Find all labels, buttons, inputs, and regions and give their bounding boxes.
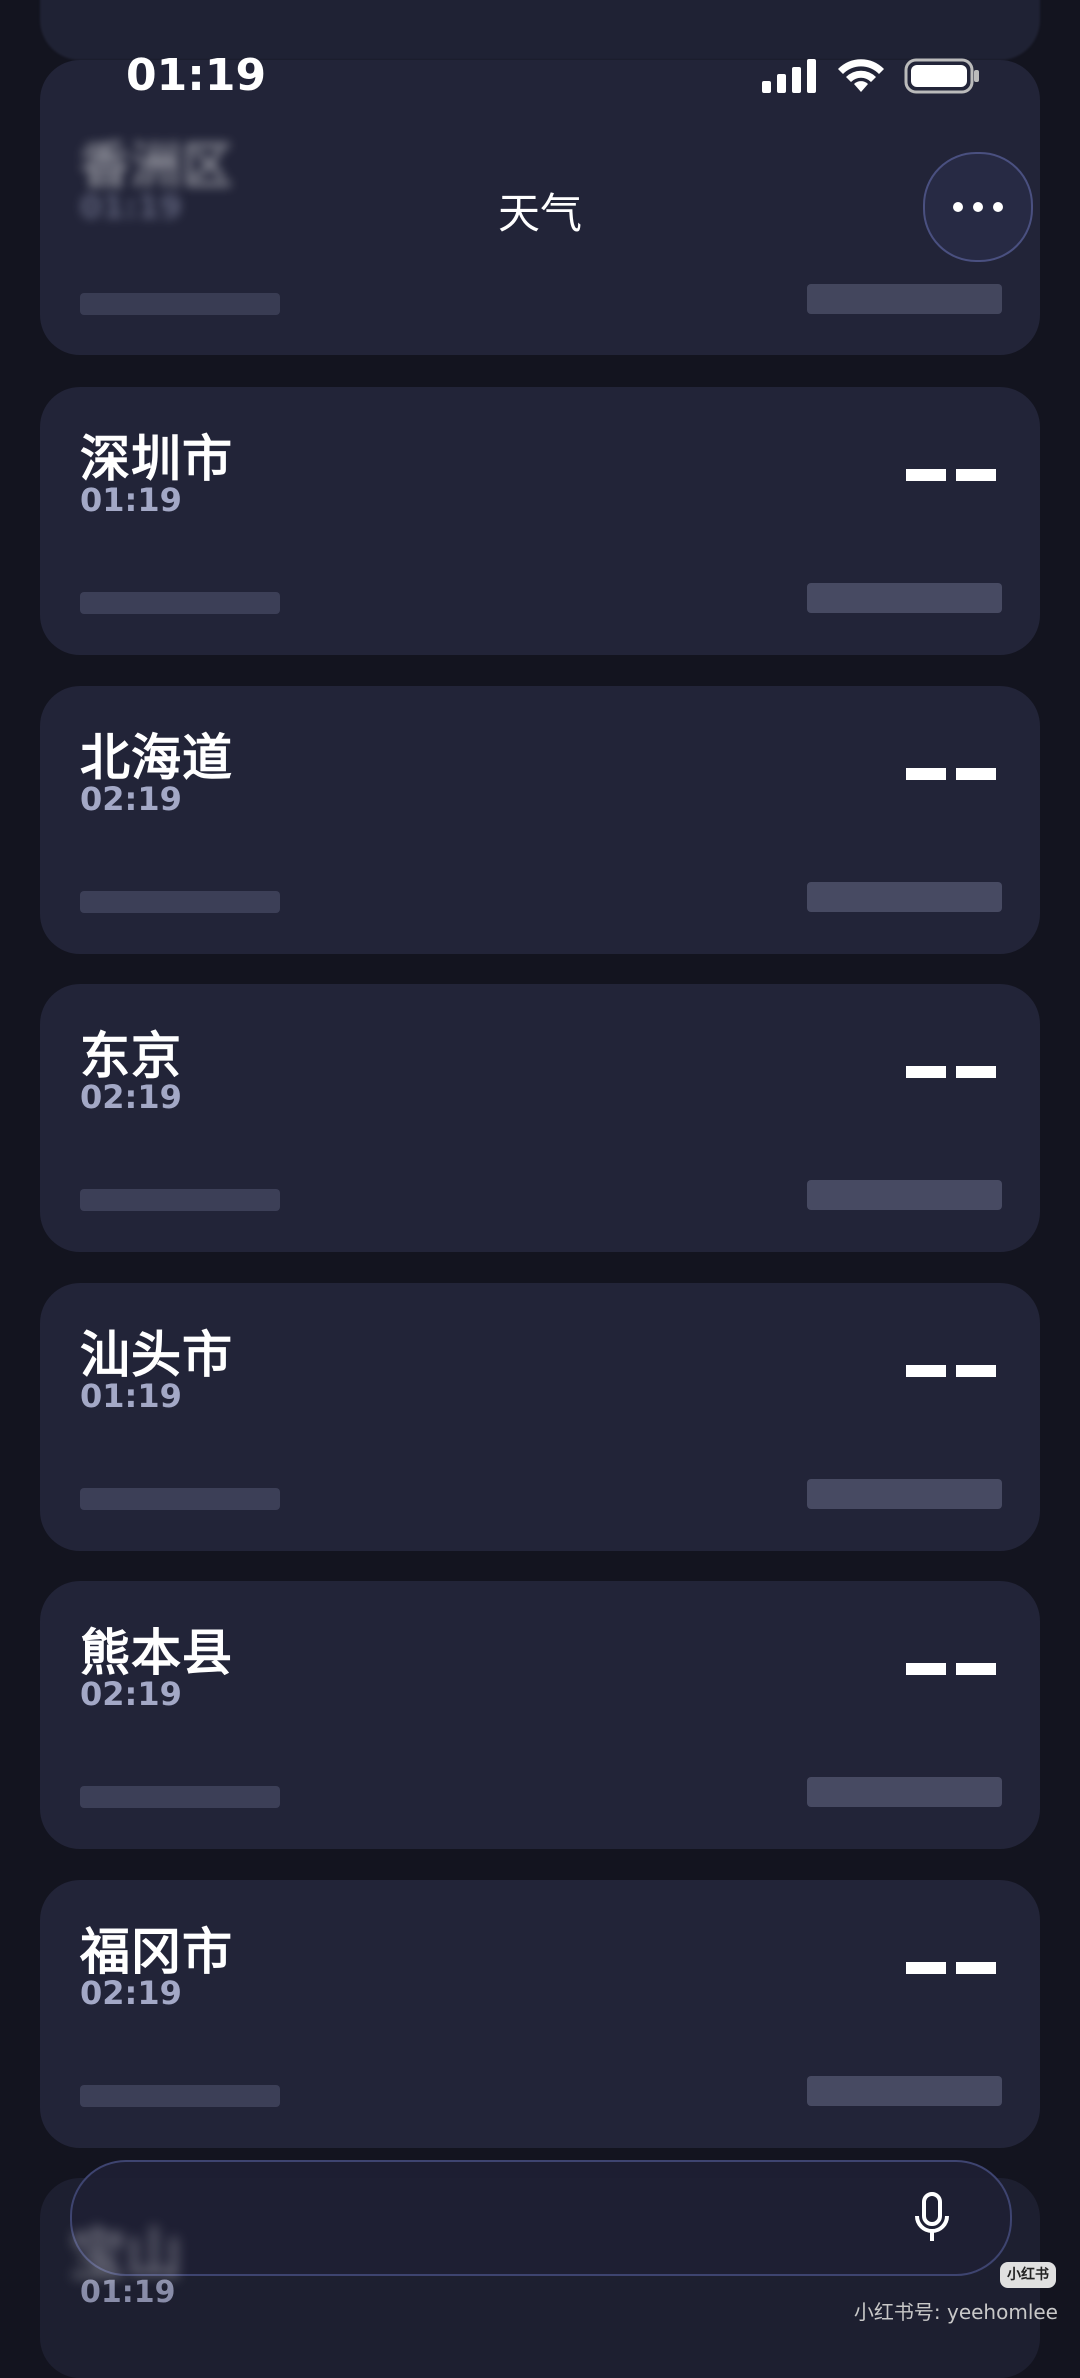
placeholder-bar — [807, 1479, 1002, 1509]
temperature-placeholder — [906, 1365, 996, 1379]
city-time: 02:19 — [80, 1078, 182, 1116]
city-time: 02:19 — [80, 1675, 182, 1713]
status-icons — [762, 58, 980, 94]
placeholder-bar — [807, 583, 1002, 613]
placeholder-bar — [807, 882, 1002, 912]
placeholder-bar — [807, 284, 1002, 314]
placeholder-bar — [80, 1786, 280, 1808]
city-card[interactable]: 深圳市 01:19 — [40, 387, 1040, 655]
temperature-placeholder — [906, 768, 996, 782]
placeholder-bar — [807, 2076, 1002, 2106]
city-card[interactable]: 福冈市 02:19 — [40, 1880, 1040, 2148]
watermark-text: 小红书号: yeehomlee — [853, 2300, 1058, 2324]
city-card[interactable]: 熊本县 02:19 — [40, 1581, 1040, 1849]
city-time: 01:19 — [80, 481, 182, 519]
temperature-placeholder — [906, 469, 996, 483]
wifi-icon — [838, 59, 884, 92]
watermark-badge: 小红书 — [1000, 2262, 1056, 2288]
microphone-icon[interactable] — [914, 2192, 950, 2244]
city-time: 02:19 — [80, 1974, 182, 2012]
search-bar[interactable] — [70, 2160, 1012, 2276]
city-time: 02:19 — [80, 780, 182, 818]
placeholder-bar — [807, 1180, 1002, 1210]
status-clock: 01:19 — [126, 50, 267, 101]
city-card[interactable]: 北海道 02:19 — [40, 686, 1040, 954]
city-name: 宝山 — [70, 2223, 182, 2288]
status-bar: 01:19 — [0, 0, 1080, 150]
city-card[interactable]: 东京 02:19 — [40, 984, 1040, 1252]
temperature-placeholder — [906, 1066, 996, 1080]
signal-icon — [762, 59, 816, 93]
battery-icon — [904, 58, 979, 94]
more-options-button[interactable] — [923, 152, 1033, 262]
city-time: 01:19 — [80, 1377, 182, 1415]
placeholder-bar — [80, 2085, 280, 2107]
temperature-placeholder — [906, 1663, 996, 1677]
placeholder-bar — [80, 1189, 280, 1211]
placeholder-bar — [80, 592, 280, 614]
ellipsis-icon — [948, 202, 1008, 212]
city-card[interactable]: 汕头市 01:19 — [40, 1283, 1040, 1551]
placeholder-bar — [80, 1488, 280, 1510]
placeholder-bar — [80, 293, 280, 315]
page-title: 天气 — [497, 189, 582, 238]
temperature-placeholder — [906, 1962, 996, 1976]
placeholder-bar — [807, 1777, 1002, 1807]
placeholder-bar — [80, 891, 280, 913]
